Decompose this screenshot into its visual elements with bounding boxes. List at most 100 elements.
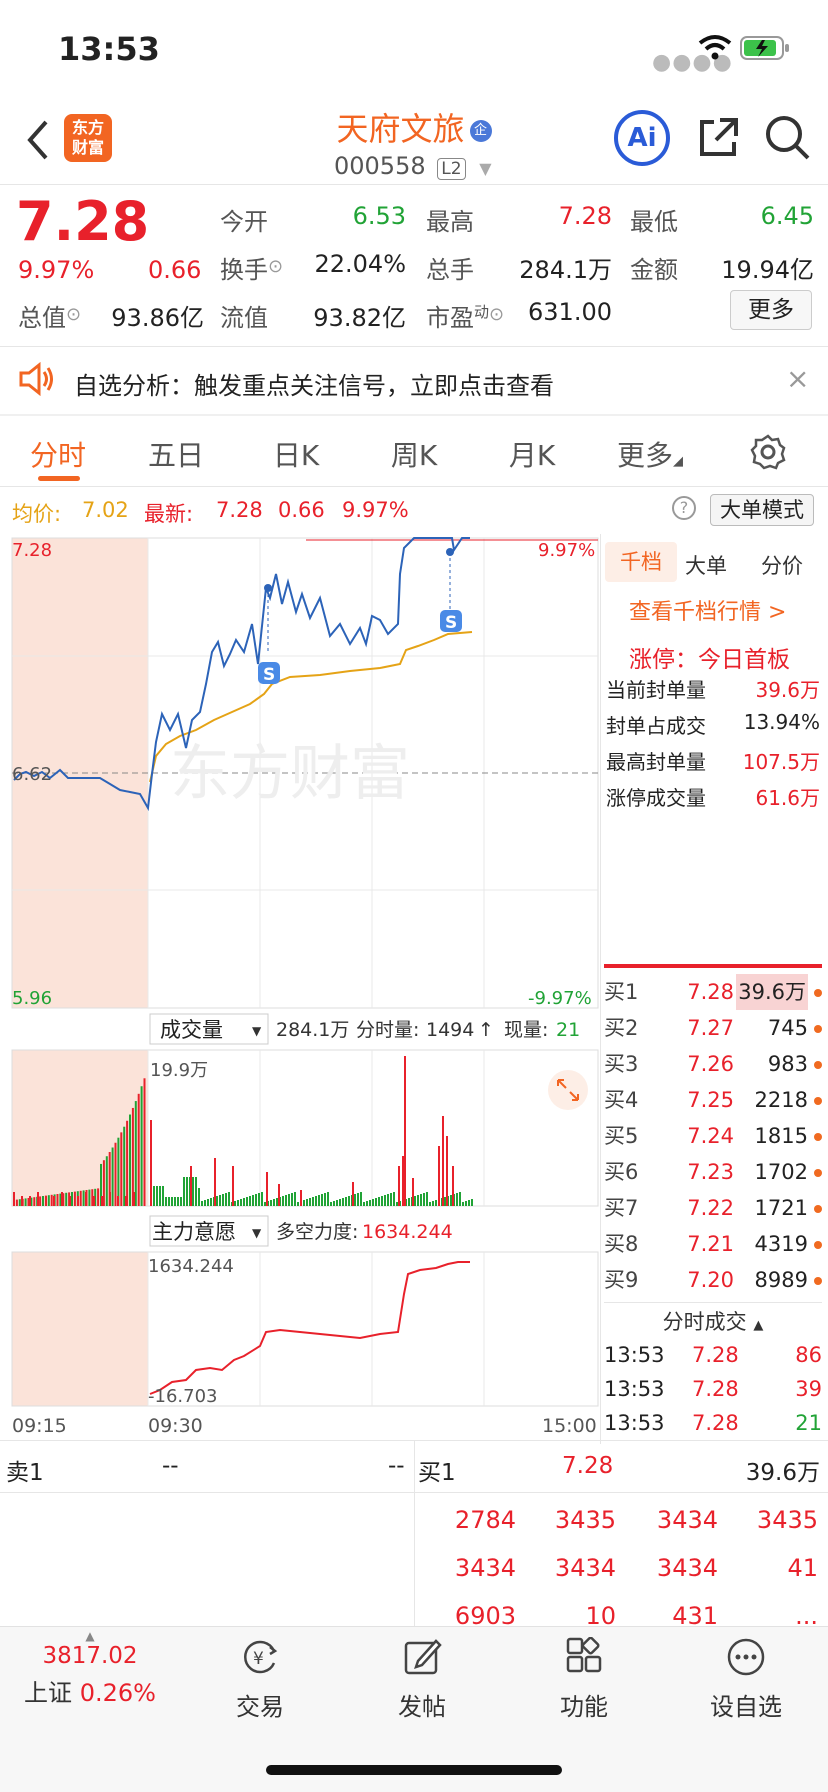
index-pct: 0.26% <box>79 1679 156 1707</box>
bid-row[interactable]: 买6 7.23 1702 <box>604 1154 822 1190</box>
nav-functions[interactable]: 功能 <box>514 1627 654 1722</box>
volume-bar <box>105 1156 108 1206</box>
s-marker[interactable]: S <box>258 662 280 685</box>
queue-cell: 3434 <box>454 1554 516 1582</box>
volume-bar <box>360 1192 362 1206</box>
tab-fenshi[interactable]: 分时 <box>8 434 108 474</box>
stock-code[interactable]: 000558 L2 ▼ <box>334 152 492 180</box>
tab-price-split[interactable]: 分价 <box>761 550 803 580</box>
tick-row: 13:53 7.28 86 <box>604 1338 822 1372</box>
analysis-banner[interactable]: 自选分析：触发重点关注信号，立即点击查看 × <box>0 348 828 414</box>
volume-bar <box>324 1193 326 1206</box>
bid-row[interactable]: 买2 7.27 745 <box>604 1010 822 1046</box>
status-time: 13:53 <box>58 30 160 68</box>
queue-cell: ... <box>795 1602 818 1626</box>
volume-bar <box>468 1200 470 1206</box>
stock-name: 天府文旅 <box>336 110 465 148</box>
volume-bar <box>432 1201 434 1206</box>
bid-price: 7.25 <box>687 1088 734 1112</box>
volume-bar <box>243 1198 245 1206</box>
banner-text: 自选分析：触发重点关注信号，立即点击查看 <box>74 372 554 400</box>
tab-week-k[interactable]: 周K <box>364 434 464 474</box>
volume-bar <box>210 1198 212 1206</box>
bid-row[interactable]: 买8 7.21 4319 <box>604 1226 822 1262</box>
volume-bar <box>73 1191 76 1206</box>
nav-post-label: 发帖 <box>398 1693 446 1721</box>
tab-big-order[interactable]: 大单 <box>685 550 727 580</box>
wifi-icon <box>698 35 732 60</box>
tab-month-k[interactable]: 月K <box>482 434 582 474</box>
volume-bar <box>97 1188 100 1206</box>
nav-add-watchlist[interactable]: 设自选 <box>676 1627 816 1722</box>
volume-bar <box>266 1172 268 1206</box>
y-top-label: 7.28 <box>12 540 52 561</box>
tab-qiandang[interactable]: 千档 <box>605 542 677 582</box>
bid-volume: 745 <box>767 1016 808 1040</box>
indicator-selector-label: 主力意愿 <box>152 1220 236 1244</box>
info-icon: ⊙ <box>268 256 284 277</box>
volume-bar <box>429 1202 431 1206</box>
caret-icon: ▼ <box>252 1024 262 1038</box>
search-icon[interactable] <box>764 114 812 162</box>
s-marker[interactable]: S <box>440 610 462 633</box>
qiandang-link[interactable]: 查看千档行情 > <box>629 594 786 626</box>
volume-bar <box>33 1197 36 1206</box>
tab-5day[interactable]: 五日 <box>126 434 226 474</box>
sell1-label: 卖1 <box>6 1460 44 1486</box>
bid-row[interactable]: 买1 7.28 39.6万 <box>604 974 822 1010</box>
indicator-value: 1634.244 <box>362 1221 453 1243</box>
volume-bar <box>446 1136 448 1206</box>
pct-bot-label: -9.97% <box>528 988 592 1009</box>
bid-row[interactable]: 买9 7.20 8989 <box>604 1262 822 1298</box>
tab-more[interactable]: 更多◢ <box>600 434 700 474</box>
volume-bar <box>398 1166 400 1206</box>
big-order-mode-button[interactable]: 大单模式 <box>710 494 814 526</box>
bid-volume: 983 <box>767 1052 808 1076</box>
ticks-header[interactable]: 分时成交 ▲ <box>604 1306 822 1336</box>
avg-value: 7.02 <box>82 498 129 522</box>
share-icon[interactable] <box>696 116 740 160</box>
bid-row[interactable]: 买4 7.25 2218 <box>604 1082 822 1118</box>
pe-value: 631.00 <box>528 298 612 326</box>
bid-volume: 1702 <box>754 1160 808 1184</box>
buy1-volume: 39.6万 <box>745 1460 820 1486</box>
nav-trade[interactable]: ¥ 交易 <box>190 1627 330 1722</box>
index-ticker[interactable]: ▲ 3817.02 上证 0.26% <box>20 1627 160 1708</box>
pe-label: 市盈动⊙ <box>426 298 504 333</box>
volume-bar <box>156 1186 158 1206</box>
tab-day-k[interactable]: 日K <box>246 434 346 474</box>
volume-selector-label: 成交量 <box>160 1018 223 1042</box>
sell1-volume: -- <box>388 1453 405 1479</box>
nav-post[interactable]: 发帖 <box>352 1627 492 1722</box>
bid-row[interactable]: 买5 7.24 1815 <box>604 1118 822 1154</box>
volume-bar <box>168 1197 170 1206</box>
amount-value: 19.94亿 <box>721 256 814 284</box>
volume-bar <box>384 1195 386 1206</box>
queue-cell: 431 <box>672 1602 718 1626</box>
avg-label: 均价: <box>12 502 62 526</box>
bid-row[interactable]: 买3 7.26 983 <box>604 1046 822 1082</box>
volume-bar <box>291 1193 293 1206</box>
volume-panel: 成交量 ▼ 284.1万 分时量: 1494 ↑ 现量: 21 19.9万 <box>11 1013 599 1207</box>
more-button[interactable]: 更多 <box>730 290 812 330</box>
intraday-chart[interactable]: 东方财富 S S 7.28 6.62 5.96 9.97% -9.97% 成交量… <box>0 534 600 1444</box>
expand-icon[interactable] <box>548 1070 588 1110</box>
settings-icon[interactable] <box>750 434 786 470</box>
help-icon[interactable]: ? <box>672 496 696 520</box>
volume-bar <box>276 1198 278 1206</box>
volume-bar <box>93 1196 95 1206</box>
tick-volume: 39 <box>795 1377 822 1401</box>
mcap-label-text: 总值 <box>18 304 66 332</box>
volume-bar <box>140 1086 143 1206</box>
dot-icon <box>814 1025 822 1033</box>
close-icon[interactable]: × <box>786 362 809 395</box>
dot-icon <box>814 1133 822 1141</box>
y-bot-label: 5.96 <box>12 988 52 1009</box>
vol-fen-value: 1494 <box>426 1019 474 1041</box>
ai-button[interactable]: Ai <box>614 110 670 166</box>
volume-bar <box>153 1186 155 1206</box>
bid-row[interactable]: 买7 7.22 1721 <box>604 1190 822 1226</box>
bid-level: 买6 <box>604 1160 639 1184</box>
stat-value: 107.5万 <box>742 750 820 774</box>
volume-bar <box>378 1197 380 1206</box>
